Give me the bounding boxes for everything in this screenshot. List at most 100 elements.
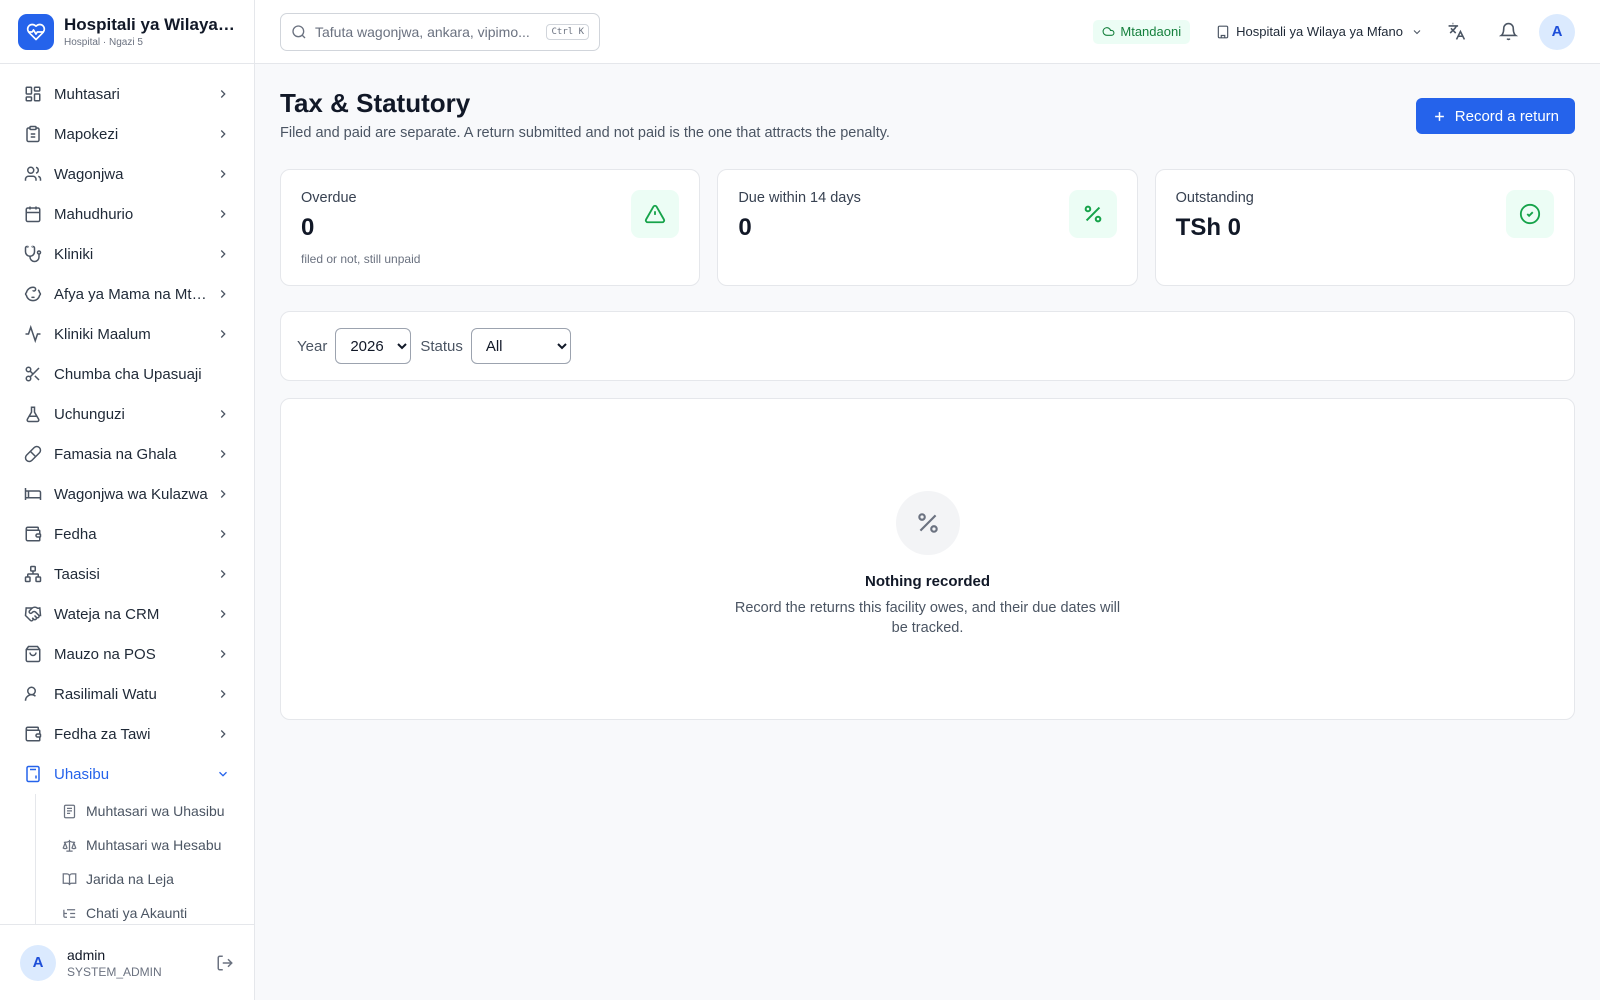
facility-switcher[interactable]: Hospitali ya Wilaya ya Mfano: [1216, 24, 1423, 39]
main-content: Tax & Statutory Filed and paid are separ…: [280, 64, 1575, 720]
brand[interactable]: Hospitali ya Wilaya ya Mfano Hospital · …: [0, 0, 254, 64]
uhasibu-submenu: Muhtasari wa Uhasibu Muhtasari wa Hesabu…: [35, 794, 254, 924]
sidebar-item-label: Uchunguzi: [54, 405, 125, 423]
sidebar-item-mapokezi[interactable]: Mapokezi: [0, 114, 254, 154]
chevron-down-icon: [219, 771, 227, 777]
chevron-right-icon: [220, 410, 226, 418]
notifications-button[interactable]: [1489, 13, 1527, 51]
sidebar-item-fedha[interactable]: Fedha: [0, 514, 254, 554]
record-return-button[interactable]: Record a return: [1415, 98, 1575, 134]
sidebar-item-mahudhurio[interactable]: Mahudhurio: [0, 194, 254, 234]
stat-label: Due within 14 days: [738, 190, 861, 206]
chevron-right-icon: [220, 90, 226, 98]
bed-icon: [24, 488, 42, 500]
chevron-right-icon: [220, 450, 226, 458]
user-name: admin: [67, 946, 106, 963]
org-chart-icon: [24, 565, 42, 583]
wallet-icon: [25, 526, 42, 542]
sidebar-item-mauzo-na-pos[interactable]: Mauzo na POS: [0, 634, 254, 674]
sidebar-item-label: Uhasibu: [54, 765, 110, 783]
flask-icon: [26, 406, 40, 423]
filter-bar: Year 2026 Status All: [280, 311, 1575, 381]
record-return-label: Record a return: [1454, 107, 1559, 125]
sidebar-item-label: Famasia na Ghala: [54, 445, 177, 463]
language-button[interactable]: [1437, 13, 1475, 51]
status-select[interactable]: All: [470, 328, 571, 364]
heart-logo-icon: [18, 13, 54, 50]
check-circle-icon: [1505, 190, 1554, 238]
chevron-down-icon: [1413, 29, 1421, 34]
sidebar-item-label: Wateja na CRM: [54, 605, 160, 623]
stat-label: Overdue: [301, 190, 357, 206]
sidebar-item-uchunguzi[interactable]: Uchunguzi: [0, 394, 254, 434]
stat-card-outstanding: Outstanding TSh 0: [1154, 169, 1575, 286]
sidebar-item-fedha-za-tawi[interactable]: Fedha za Tawi: [0, 714, 254, 754]
online-status-label: Mtandaoni: [1120, 24, 1182, 39]
year-filter-label: Year: [297, 337, 328, 355]
scale-icon: [62, 839, 77, 852]
sidebar-item-wagonjwa[interactable]: Wagonjwa: [0, 154, 254, 194]
subnav-item-muhtasari-wa-uhasibu[interactable]: Muhtasari wa Uhasibu: [36, 794, 254, 828]
user-role: SYSTEM_ADMIN: [67, 964, 162, 979]
page-header: Tax & Statutory Filed and paid are separ…: [280, 64, 1575, 164]
avatar[interactable]: A: [20, 944, 56, 981]
subnav-item-muhtasari-wa-hesabu[interactable]: Muhtasari wa Hesabu: [36, 828, 254, 862]
chevron-right-icon: [220, 490, 226, 498]
empty-state-description: Record the returns this facility owes, a…: [734, 599, 1121, 636]
sidebar-item-label: Kliniki: [54, 245, 94, 263]
translate-icon: [1448, 22, 1465, 40]
brand-name: Hospitali ya Wilaya ya Mfano: [64, 15, 236, 34]
pill-icon: [24, 445, 42, 463]
sidebar-item-label: Fedha za Tawi: [54, 725, 151, 743]
baby-icon: [24, 286, 42, 302]
sidebar-item-rasilimali-watu[interactable]: Rasilimali Watu: [0, 674, 254, 714]
stat-card-overdue: Overdue 0 filed or not, still unpaid: [280, 169, 701, 286]
topbar: Ctrl K Mtandaoni Hospitali ya Wilaya ya …: [255, 0, 1600, 64]
dashboard-icon: [25, 86, 41, 102]
search-box[interactable]: Ctrl K: [280, 12, 600, 51]
sidebar-item-muhtasari[interactable]: Muhtasari: [0, 74, 254, 114]
year-select[interactable]: 2026: [335, 328, 412, 364]
sidebar-item-afya-ya-mama[interactable]: Afya ya Mama na Mtoto: [0, 274, 254, 314]
subnav-item-jarida-na-leja[interactable]: Jarida na Leja: [36, 862, 254, 896]
sidebar-item-kliniki[interactable]: Kliniki: [0, 234, 254, 274]
building-icon: [1217, 25, 1229, 38]
chevron-right-icon: [220, 170, 226, 178]
subnav-item-label: Muhtasari wa Uhasibu: [86, 803, 225, 819]
search-input[interactable]: [315, 23, 547, 40]
logout-icon[interactable]: [216, 954, 234, 972]
shopping-bag-icon: [25, 645, 41, 663]
subnav-item-chati-ya-akaunti[interactable]: Chati ya Akaunti: [36, 896, 254, 924]
chevron-right-icon: [220, 570, 226, 578]
sidebar-item-wateja-na-crm[interactable]: Wateja na CRM: [0, 594, 254, 634]
cloud-icon: [1102, 27, 1115, 36]
subnav-item-label: Chati ya Akaunti: [86, 905, 188, 921]
facility-name: Hospitali ya Wilaya ya Mfano: [1236, 24, 1403, 39]
plus-icon: [1434, 111, 1444, 121]
stat-note: filed or not, still unpaid: [301, 252, 421, 266]
stat-value: 0: [301, 214, 315, 241]
page-title: Tax & Statutory: [280, 88, 471, 118]
sidebar-item-label: Wagonjwa wa Kulazwa: [54, 485, 208, 503]
chevron-right-icon: [220, 730, 226, 738]
sidebar-item-kliniki-maalum[interactable]: Kliniki Maalum: [0, 314, 254, 354]
status-filter-label: Status: [420, 337, 463, 355]
sidebar-item-label: Muhtasari: [54, 85, 120, 103]
stat-value: 0: [738, 214, 752, 241]
sidebar-item-taasisi[interactable]: Taasisi: [0, 554, 254, 594]
sidebar-item-uhasibu[interactable]: Uhasibu: [0, 754, 254, 794]
page-subtitle: Filed and paid are separate. A return su…: [280, 125, 890, 141]
sidebar-item-wagonjwa-wa-kulazwa[interactable]: Wagonjwa wa Kulazwa: [0, 474, 254, 514]
sidebar: Hospitali ya Wilaya ya Mfano Hospital · …: [0, 0, 255, 1000]
users-icon: [24, 166, 42, 181]
chevron-right-icon: [220, 130, 226, 138]
sidebar-item-label: Taasisi: [54, 565, 100, 583]
user-profile: A admin SYSTEM_ADMIN: [0, 924, 254, 1000]
chevron-right-icon: [220, 530, 226, 538]
search-icon: [292, 24, 306, 38]
subnav-item-label: Muhtasari wa Hesabu: [86, 837, 222, 853]
sidebar-item-label: Kliniki Maalum: [54, 325, 151, 343]
sidebar-item-famasia[interactable]: Famasia na Ghala: [0, 434, 254, 474]
user-avatar-button[interactable]: A: [1539, 13, 1575, 50]
sidebar-item-chumba-cha-upasuaji[interactable]: Chumba cha Upasuaji: [0, 354, 254, 394]
